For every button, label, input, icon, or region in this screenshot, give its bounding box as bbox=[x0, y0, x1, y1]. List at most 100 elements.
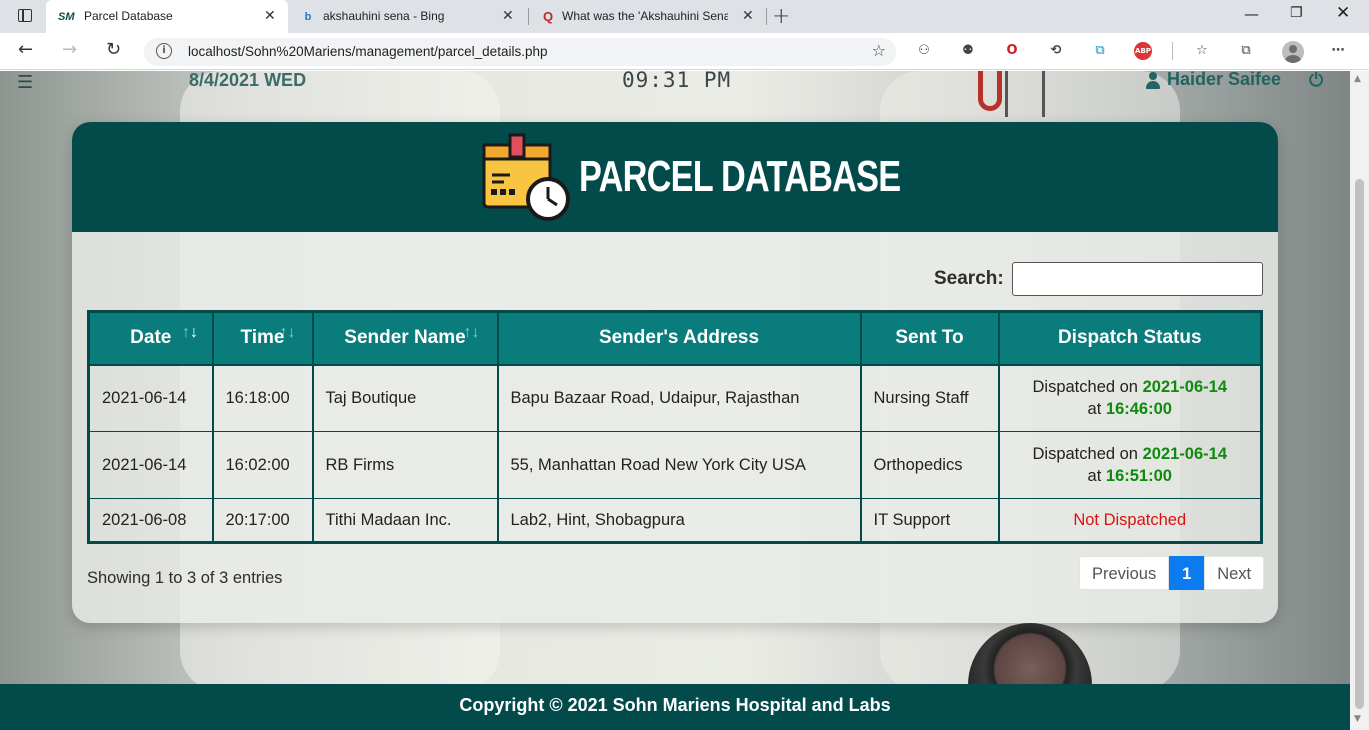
browser-tab-bar: SM Parcel Database ✕ b akshauhini sena -… bbox=[0, 0, 1369, 33]
url-bar[interactable]: i localhost/Sohn%20Mariens/management/pa… bbox=[144, 38, 896, 66]
tab-bing[interactable]: b akshauhini sena - Bing ✕ bbox=[288, 0, 528, 33]
cell-date: 2021-06-08 bbox=[87, 498, 214, 543]
extension-icon[interactable]: ⚉ bbox=[958, 41, 978, 61]
parcel-database-card: PARCEL DATABASE Search: Date ↑↓ Time ↑↓ Se… bbox=[72, 122, 1278, 623]
dispatch-time: 16:46:00 bbox=[1105, 400, 1172, 419]
column-header-date[interactable]: Date ↑↓ bbox=[87, 310, 214, 366]
dispatch-time: 16:51:00 bbox=[1105, 467, 1172, 485]
scrollbar-thumb[interactable] bbox=[1355, 179, 1364, 709]
cell-time: 20:17:00 bbox=[211, 498, 314, 543]
scroll-up-icon[interactable]: ▲ bbox=[1354, 74, 1361, 84]
cell-sender-address: 55, Manhattan Road New York City USA bbox=[496, 431, 862, 499]
quora-icon: Q bbox=[542, 9, 554, 24]
cell-time: 16:18:00 bbox=[211, 364, 314, 432]
sort-icon[interactable]: ↑↓ bbox=[182, 324, 198, 342]
column-header-dispatch-status[interactable]: Dispatch Status bbox=[997, 310, 1263, 366]
table-row: 2021-06-08 20:17:00 Tithi Madaan Inc. La… bbox=[87, 498, 1263, 543]
current-date: 8/4/2021 WED bbox=[189, 71, 307, 90]
current-time: 09:31 PM bbox=[622, 71, 732, 92]
more-options-icon[interactable]: ⋯ bbox=[1328, 41, 1348, 61]
opera-extension-icon[interactable]: O bbox=[1002, 41, 1022, 61]
tab-title: What was the 'Akshauhini Sena' ( bbox=[562, 9, 728, 23]
refresh-icon[interactable]: ↻ bbox=[106, 39, 121, 60]
tab-quora[interactable]: Q What was the 'Akshauhini Sena' ( ✕ bbox=[528, 0, 768, 33]
footer: Copyright © 2021 Sohn Mariens Hospital a… bbox=[0, 684, 1350, 730]
tab-favicon-sm: SM bbox=[58, 11, 75, 23]
page-1-button[interactable]: 1 bbox=[1169, 556, 1205, 590]
cell-sender-address: Lab2, Hint, Shobagpura bbox=[496, 498, 862, 543]
card-header: PARCEL DATABASE bbox=[72, 122, 1278, 232]
browser-address-bar: ← → ↻ i localhost/Sohn%20Mariens/managem… bbox=[0, 33, 1369, 70]
new-tab-icon[interactable]: + bbox=[772, 4, 790, 29]
tab-close-icon[interactable]: ✕ bbox=[502, 7, 514, 24]
cell-sent-to: IT Support bbox=[859, 498, 1000, 543]
cell-dispatch-status: Not Dispatched bbox=[997, 498, 1263, 543]
parcel-box-clock-icon bbox=[482, 133, 570, 221]
sort-icon[interactable]: ↑↓ bbox=[280, 324, 296, 342]
cell-sender-address: Bapu Bazaar Road, Udaipur, Rajasthan bbox=[496, 364, 862, 432]
cell-sender-name: Taj Boutique bbox=[311, 364, 499, 432]
cell-date: 2021-06-14 bbox=[87, 431, 214, 499]
parcel-table: Date ↑↓ Time ↑↓ Sender Name ↑↓ Sender's Add… bbox=[87, 310, 1263, 544]
menu-icon[interactable]: ☰ bbox=[17, 72, 33, 93]
column-header-sent-to[interactable]: Sent To bbox=[859, 310, 1000, 366]
cell-dispatch-status: Dispatched on 2021-06-14 at 16:46:00 bbox=[997, 364, 1263, 432]
toolbar-separator bbox=[1172, 42, 1173, 60]
copyright-text: Copyright © 2021 Sohn Mariens Hospital a… bbox=[459, 695, 891, 715]
previous-page-button[interactable]: Previous bbox=[1079, 556, 1170, 590]
cell-dispatch-status: Dispatched on 2021-06-14 at 16:51:00 bbox=[997, 431, 1263, 499]
reading-view-icon[interactable]: ⚇ bbox=[914, 41, 934, 61]
column-header-time[interactable]: Time ↑↓ bbox=[211, 310, 314, 366]
table-row: 2021-06-14 16:02:00 RB Firms 55, Manhatt… bbox=[87, 431, 1263, 499]
logout-power-icon[interactable]: ⏻ bbox=[1309, 71, 1323, 91]
next-page-button[interactable]: Next bbox=[1204, 556, 1265, 590]
minimize-icon[interactable]: — bbox=[1244, 5, 1259, 23]
cell-time: 16:02:00 bbox=[211, 431, 314, 499]
status-not-dispatched: Not Dispatched bbox=[1073, 511, 1187, 529]
favorite-add-icon[interactable]: ☆ bbox=[872, 41, 886, 60]
restore-icon[interactable]: ❐ bbox=[1290, 5, 1303, 21]
dispatch-date: 2021-06-14 bbox=[1142, 445, 1227, 463]
entries-info: Showing 1 to 3 of 3 entries bbox=[87, 569, 283, 587]
cell-sent-to: Orthopedics bbox=[859, 431, 1000, 499]
cell-sent-to: Nursing Staff bbox=[859, 364, 1000, 432]
cell-sender-name: RB Firms bbox=[311, 431, 499, 499]
column-header-sender-address[interactable]: Sender's Address bbox=[496, 310, 862, 366]
user-icon bbox=[1145, 72, 1161, 89]
cell-sender-name: Tithi Madaan Inc. bbox=[311, 498, 499, 543]
translate-extension-icon[interactable]: ⧉ bbox=[1090, 41, 1110, 61]
sort-icon[interactable]: ↑↓ bbox=[464, 324, 480, 342]
user-name[interactable]: Haider Saifee bbox=[1167, 71, 1281, 90]
bing-icon: b bbox=[304, 11, 312, 23]
tab-close-icon[interactable]: ✕ bbox=[742, 7, 754, 24]
tab-title: Parcel Database bbox=[84, 9, 173, 23]
profile-avatar[interactable] bbox=[1282, 41, 1304, 63]
search-label: Search: bbox=[934, 268, 1004, 289]
tab-separator bbox=[766, 8, 767, 25]
pagination: Previous 1 Next bbox=[1079, 556, 1265, 590]
tab-title: akshauhini sena - Bing bbox=[323, 9, 445, 23]
column-header-sender-name[interactable]: Sender Name ↑↓ bbox=[311, 310, 499, 366]
tab-actions-icon[interactable] bbox=[10, 7, 36, 27]
back-icon[interactable]: ← bbox=[18, 39, 33, 60]
table-row: 2021-06-14 16:18:00 Taj Boutique Bapu Ba… bbox=[87, 364, 1263, 432]
scroll-down-icon[interactable]: ▼ bbox=[1354, 714, 1361, 724]
page-title: PARCEL DATABASE bbox=[579, 152, 901, 201]
collections-icon[interactable]: ⧉ bbox=[1236, 41, 1256, 61]
sync-extension-icon[interactable]: ⟲ bbox=[1046, 41, 1066, 61]
search-input[interactable] bbox=[1012, 262, 1263, 296]
adblock-icon[interactable]: ABP bbox=[1134, 42, 1152, 60]
page-viewport: ☰ 8/4/2021 WED 09:31 PM Haider Saifee ⏻ … bbox=[0, 71, 1350, 730]
dispatch-date: 2021-06-14 bbox=[1142, 378, 1227, 397]
cell-date: 2021-06-14 bbox=[87, 364, 214, 432]
table-header-row: Date ↑↓ Time ↑↓ Sender Name ↑↓ Sender's Add… bbox=[87, 310, 1263, 366]
forward-icon[interactable]: → bbox=[62, 39, 77, 60]
favorites-icon[interactable]: ☆ bbox=[1192, 41, 1212, 61]
site-info-icon[interactable]: i bbox=[156, 43, 172, 59]
window-close-icon[interactable]: ✕ bbox=[1336, 3, 1350, 23]
url-text: localhost/Sohn%20Mariens/management/parc… bbox=[188, 44, 548, 59]
tab-close-icon[interactable]: ✕ bbox=[264, 7, 276, 24]
top-bar: ☰ 8/4/2021 WED 09:31 PM Haider Saifee ⏻ bbox=[0, 71, 1350, 101]
tab-parcel-database[interactable]: SM Parcel Database ✕ bbox=[46, 0, 288, 33]
vertical-scrollbar[interactable]: ▲ ▼ bbox=[1350, 71, 1369, 730]
